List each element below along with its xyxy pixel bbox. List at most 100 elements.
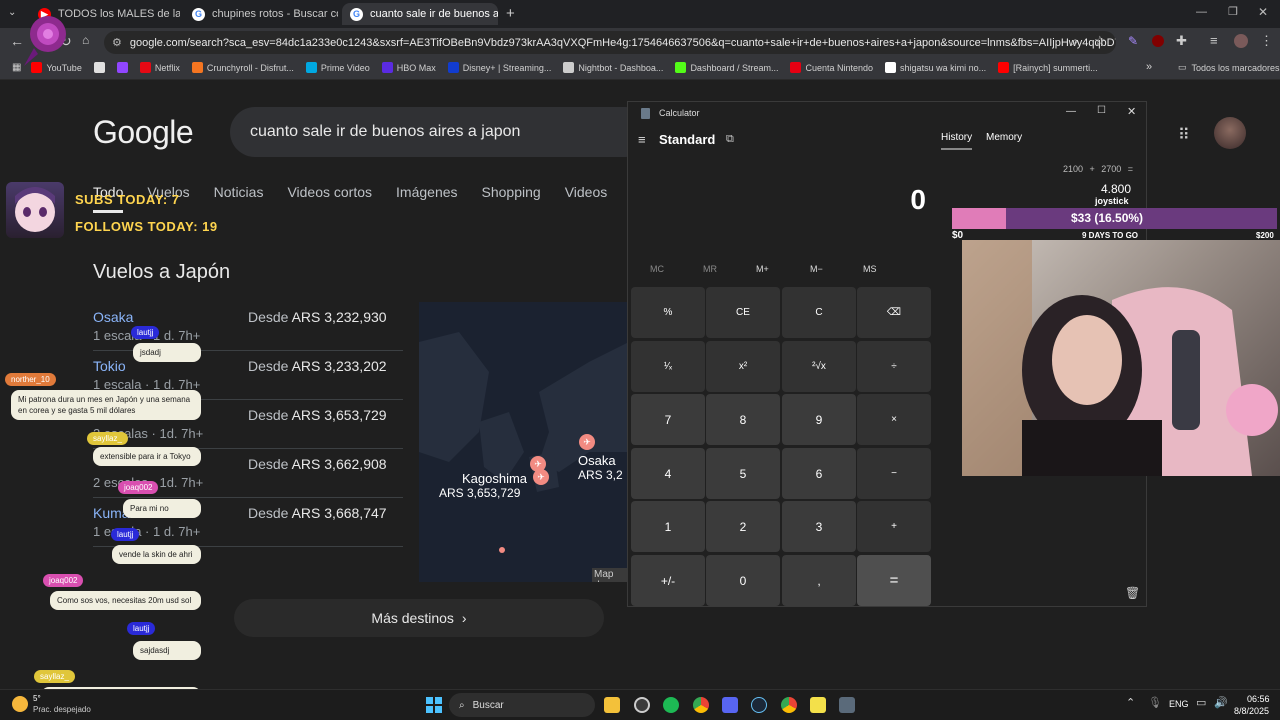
file-explorer-icon[interactable] <box>604 697 620 713</box>
memory-tab[interactable]: Memory <box>986 132 1022 143</box>
calc-key[interactable]: 5 <box>706 448 780 499</box>
tray-overflow-icon[interactable]: ⌃ <box>1126 696 1135 709</box>
more-destinations-button[interactable]: Más destinos › <box>234 599 604 637</box>
calc-key[interactable]: 6 <box>782 448 856 499</box>
clock-time[interactable]: 06:56 <box>1247 694 1270 704</box>
taskbar-search[interactable]: ⌕ Buscar <box>449 693 595 717</box>
memory-button[interactable]: MS <box>863 264 877 274</box>
memory-button[interactable]: M− <box>810 264 823 274</box>
calc-key[interactable]: 7 <box>631 394 705 445</box>
streaming-app-icon[interactable] <box>810 697 826 713</box>
bookmark-item[interactable]: Prime Video <box>305 62 370 73</box>
chat-username[interactable]: lautjj <box>111 528 140 541</box>
network-icon[interactable]: ▭ <box>1196 696 1206 709</box>
bookmark-item[interactable]: Nightbot - Dashboa... <box>563 62 663 73</box>
calc-key[interactable]: 8 <box>706 394 780 445</box>
calc-key[interactable]: 4 <box>631 448 705 499</box>
account-avatar[interactable] <box>1214 117 1246 149</box>
calc-key[interactable]: % <box>631 287 705 338</box>
tab-shopping[interactable]: Shopping <box>482 184 541 213</box>
bookmark-star-icon[interactable]: ☆ <box>1094 33 1106 49</box>
bookmark-item[interactable] <box>116 62 128 73</box>
volume-icon[interactable]: 🔊 <box>1214 696 1228 709</box>
calc-key[interactable]: ÷ <box>857 341 931 392</box>
clock-date[interactable]: 8/8/2025 <box>1234 706 1269 716</box>
tab-images[interactable]: Imágenes <box>396 184 457 213</box>
language-indicator[interactable]: ENG <box>1169 699 1189 709</box>
close-window-icon[interactable]: ✕ <box>1258 5 1268 19</box>
bookmark-item[interactable]: shigatsu wa kimi no... <box>885 62 986 73</box>
profile-avatar-icon[interactable] <box>1234 34 1248 48</box>
new-tab-button[interactable]: + <box>506 5 515 22</box>
calc-key[interactable]: = <box>857 555 931 606</box>
calc-key[interactable]: 0 <box>706 555 780 606</box>
bookmark-item[interactable]: Crunchyroll - Disfrut... <box>191 62 294 73</box>
chat-username[interactable]: lautjj <box>127 622 156 635</box>
browser-tab-active[interactable]: G cuanto sale ir de buenos aires a ✕ <box>342 3 498 25</box>
microphone-icon[interactable]: 🎙 <box>1148 696 1162 709</box>
tab-videos[interactable]: Videos <box>565 184 608 213</box>
calc-key[interactable]: , <box>782 555 856 606</box>
bookmark-item[interactable]: HBO Max <box>381 62 436 73</box>
bookmark-item[interactable] <box>93 62 105 73</box>
calc-key[interactable]: − <box>857 448 931 499</box>
google-apps-icon[interactable]: ⠿ <box>1178 125 1190 145</box>
bookmark-item[interactable]: Dashboard / Stream... <box>675 62 778 73</box>
obs-icon[interactable] <box>634 697 650 713</box>
steam-icon[interactable] <box>751 697 767 713</box>
search-input[interactable]: cuanto sale ir de buenos aires a japon <box>230 107 650 157</box>
flight-city[interactable]: Tokio <box>93 358 126 374</box>
calc-key[interactable]: 3 <box>782 501 856 552</box>
calc-key[interactable]: ²√x <box>782 341 856 392</box>
spotify-icon[interactable] <box>663 697 679 713</box>
browser-tab[interactable]: G chupines rotos - Buscar con Go ✕ <box>184 3 338 25</box>
bookmark-item[interactable]: Cuenta Nintendo <box>790 62 873 73</box>
bookmark-item[interactable]: [Rainych] summerti... <box>998 62 1098 73</box>
calc-key[interactable]: ¹⁄ₓ <box>631 341 705 392</box>
bookmark-item[interactable]: Netflix <box>139 62 180 73</box>
google-logo[interactable]: Google <box>93 114 194 151</box>
calculator-taskbar-icon[interactable] <box>839 697 855 713</box>
ublock-extension-icon[interactable] <box>1152 35 1164 47</box>
chrome-icon[interactable] <box>693 697 709 713</box>
calc-key[interactable]: × <box>857 394 931 445</box>
menu-icon[interactable]: ⋮ <box>1260 33 1273 49</box>
calc-minimize-icon[interactable]: — <box>1066 106 1076 117</box>
minimize-window-icon[interactable]: — <box>1196 6 1207 18</box>
flight-city[interactable]: Osaka <box>93 309 133 325</box>
keep-on-top-icon[interactable]: ⧉ <box>726 133 734 146</box>
extensions-icon[interactable]: ✚ <box>1176 33 1187 49</box>
calc-key[interactable]: ⌫ <box>857 287 931 338</box>
chrome-alt-icon[interactable] <box>781 697 797 713</box>
calc-key[interactable]: 9 <box>782 394 856 445</box>
calc-key[interactable]: C <box>782 287 856 338</box>
calc-key[interactable]: CE <box>706 287 780 338</box>
memory-button[interactable]: MR <box>703 264 717 274</box>
address-bar[interactable]: ⚙ google.com/search?sca_esv=84dc1a233e0c… <box>104 31 1116 54</box>
flights-map[interactable]: ✈ ✈ ✈ Kagoshima ARS 3,653,729 Osaka ARS … <box>419 302 629 582</box>
calc-key[interactable]: +/- <box>631 555 705 606</box>
calc-key[interactable]: 2 <box>706 501 780 552</box>
chat-username[interactable]: joaq002 <box>118 481 159 494</box>
osaka-plane-icon[interactable]: ✈ <box>579 434 595 450</box>
bookmark-item[interactable]: Disney+ | Streaming... <box>447 62 551 73</box>
site-info-icon[interactable]: ⚙ <box>112 36 122 49</box>
chat-username[interactable]: sayllaz_ <box>87 432 128 445</box>
tab-short-videos[interactable]: Videos cortos <box>287 184 372 213</box>
all-bookmarks-folder[interactable]: ▭ Todos los marcadores <box>1178 62 1280 73</box>
kagoshima-plane-icon-2[interactable]: ✈ <box>533 469 549 485</box>
discord-icon[interactable] <box>722 697 738 713</box>
media-control-icon[interactable]: ≡ <box>1210 33 1218 48</box>
weather-icon[interactable] <box>12 696 28 712</box>
calc-key[interactable]: + <box>857 501 931 552</box>
calc-key[interactable]: 1 <box>631 501 705 552</box>
calc-maximize-icon[interactable]: ☐ <box>1097 105 1106 116</box>
clear-history-trash-icon[interactable]: 🗑 <box>1125 586 1140 600</box>
calc-key[interactable]: x² <box>706 341 780 392</box>
calc-close-icon[interactable]: ✕ <box>1127 105 1136 118</box>
memory-button[interactable]: M+ <box>756 264 769 274</box>
zoom-icon[interactable]: ⌕ <box>1072 34 1079 49</box>
chat-username[interactable]: norther_10 <box>5 373 56 386</box>
chat-username[interactable]: sayllaz_ <box>34 670 75 683</box>
chat-username[interactable]: lautjj <box>131 326 160 339</box>
